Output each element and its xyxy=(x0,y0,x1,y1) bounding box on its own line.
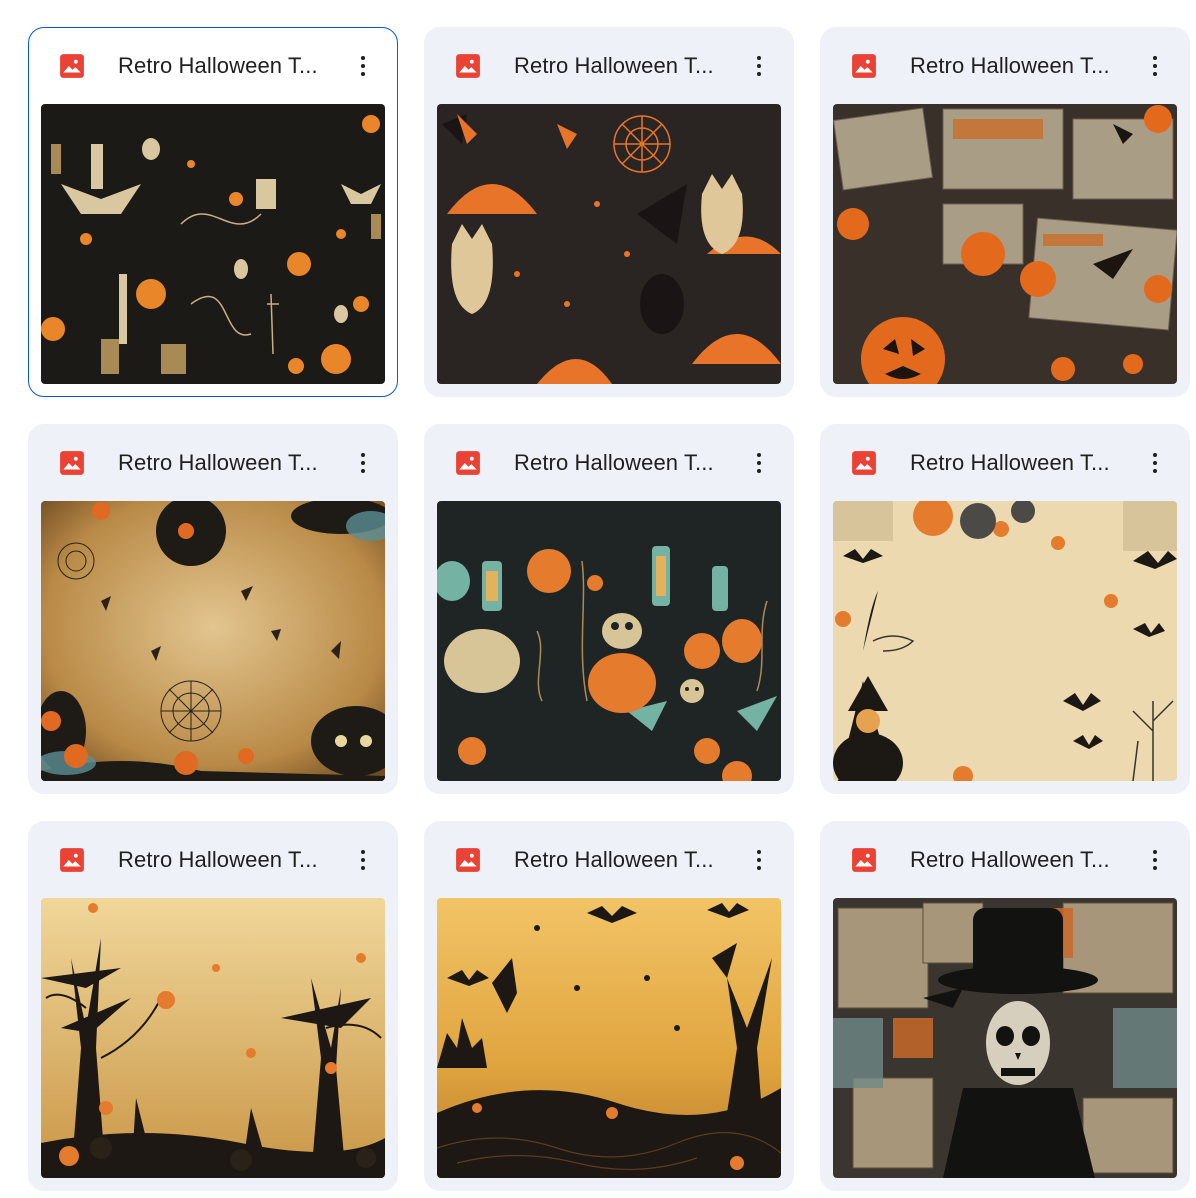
file-card[interactable]: Retro Halloween T... xyxy=(820,424,1190,794)
image-file-icon xyxy=(456,54,480,78)
more-vert-icon[interactable] xyxy=(739,443,779,483)
image-file-icon xyxy=(456,451,480,475)
file-thumbnail[interactable] xyxy=(437,104,781,384)
file-card[interactable]: Retro Halloween T... xyxy=(820,27,1190,397)
file-card-header: Retro Halloween T... xyxy=(425,822,793,898)
file-title[interactable]: Retro Halloween T... xyxy=(910,50,1130,82)
file-thumbnail[interactable] xyxy=(41,501,385,781)
more-vert-icon[interactable] xyxy=(1135,840,1175,880)
file-title[interactable]: Retro Halloween T... xyxy=(118,844,338,876)
image-file-icon xyxy=(852,54,876,78)
file-thumbnail[interactable] xyxy=(833,898,1177,1178)
more-vert-icon[interactable] xyxy=(1135,443,1175,483)
file-card[interactable]: Retro Halloween T... xyxy=(820,821,1190,1191)
file-card-header: Retro Halloween T... xyxy=(821,425,1189,501)
more-vert-icon[interactable] xyxy=(343,443,383,483)
file-thumbnail[interactable] xyxy=(41,104,385,384)
file-card[interactable]: Retro Halloween T... xyxy=(28,27,398,397)
file-card[interactable]: Retro Halloween T... xyxy=(424,27,794,397)
file-title[interactable]: Retro Halloween T... xyxy=(514,50,734,82)
file-card-header: Retro Halloween T... xyxy=(821,822,1189,898)
more-vert-icon[interactable] xyxy=(739,840,779,880)
more-vert-icon[interactable] xyxy=(343,46,383,86)
file-title[interactable]: Retro Halloween T... xyxy=(118,447,338,479)
file-title[interactable]: Retro Halloween T... xyxy=(514,447,734,479)
file-thumbnail[interactable] xyxy=(833,104,1177,384)
file-card-header: Retro Halloween T... xyxy=(425,425,793,501)
image-file-icon xyxy=(60,451,84,475)
file-thumbnail[interactable] xyxy=(437,898,781,1178)
file-card[interactable]: Retro Halloween T... xyxy=(424,424,794,794)
image-file-icon xyxy=(60,848,84,872)
image-file-icon xyxy=(852,848,876,872)
file-grid: Retro Halloween T... Retro Halloween T..… xyxy=(0,0,1196,1198)
file-card[interactable]: Retro Halloween T... xyxy=(28,424,398,794)
file-card-header: Retro Halloween T... xyxy=(29,822,397,898)
image-file-icon xyxy=(852,451,876,475)
file-card-header: Retro Halloween T... xyxy=(425,28,793,104)
file-card-header: Retro Halloween T... xyxy=(821,28,1189,104)
file-card[interactable]: Retro Halloween T... xyxy=(424,821,794,1191)
more-vert-icon[interactable] xyxy=(1135,46,1175,86)
more-vert-icon[interactable] xyxy=(343,840,383,880)
file-card-header: Retro Halloween T... xyxy=(29,28,397,104)
file-title[interactable]: Retro Halloween T... xyxy=(910,447,1130,479)
file-title[interactable]: Retro Halloween T... xyxy=(514,844,734,876)
more-vert-icon[interactable] xyxy=(739,46,779,86)
image-file-icon xyxy=(60,54,84,78)
image-file-icon xyxy=(456,848,480,872)
file-thumbnail[interactable] xyxy=(437,501,781,781)
file-thumbnail[interactable] xyxy=(41,898,385,1178)
file-title[interactable]: Retro Halloween T... xyxy=(910,844,1130,876)
file-title[interactable]: Retro Halloween T... xyxy=(118,50,338,82)
file-card[interactable]: Retro Halloween T... xyxy=(28,821,398,1191)
file-card-header: Retro Halloween T... xyxy=(29,425,397,501)
file-thumbnail[interactable] xyxy=(833,501,1177,781)
